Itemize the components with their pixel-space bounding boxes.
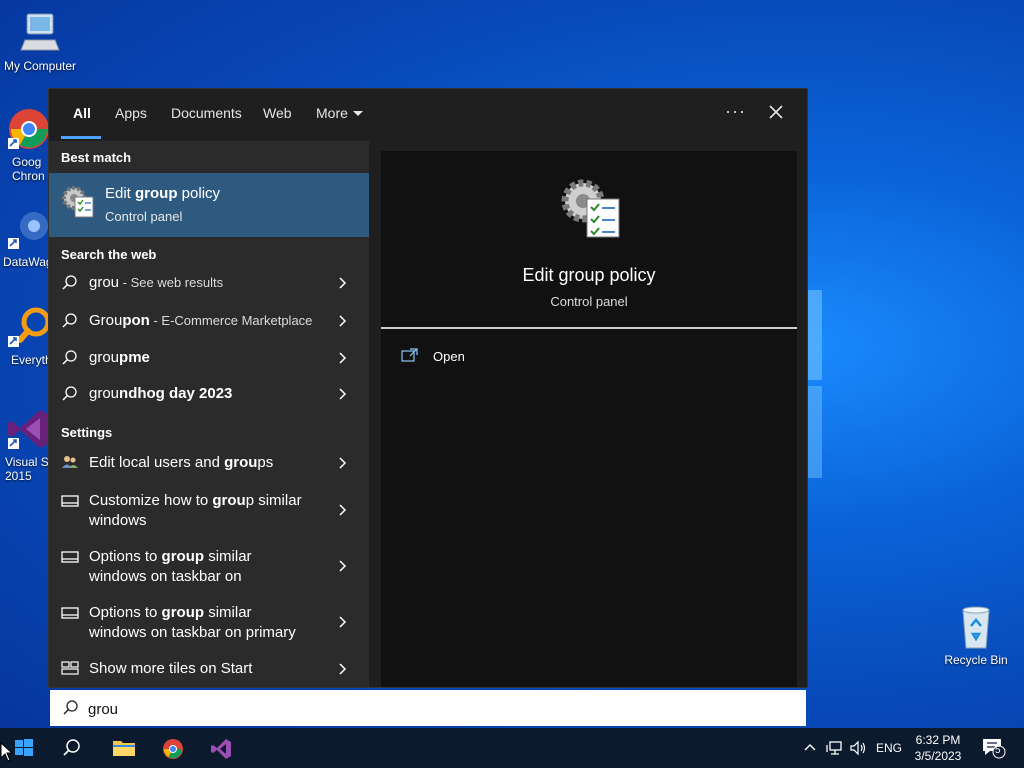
active-tab-indicator — [61, 136, 101, 139]
settings-result-item[interactable]: Customize how to group similar windows — [49, 483, 369, 537]
section-settings: Settings — [61, 425, 113, 440]
chevron-up-icon[interactable] — [804, 742, 816, 752]
settings-result-item[interactable]: Options to group similar windows on taskb… — [49, 539, 369, 593]
desktop-icon-recycle-bin[interactable]: Recycle Bin — [936, 604, 1016, 667]
wallpaper-highlight — [806, 290, 822, 380]
open-icon — [401, 348, 418, 362]
chevron-right-icon — [339, 315, 347, 327]
recycle-bin-icon — [953, 604, 999, 650]
mouse-cursor-icon — [0, 742, 12, 762]
settings-result-item[interactable]: Show more tiles on Start — [49, 651, 369, 687]
results-list: Best match Edit group policy Control pan… — [49, 141, 369, 687]
taskbar: ENG 6:32 PM 3/5/2023 5 — [0, 728, 1024, 768]
folder-icon — [113, 741, 135, 756]
language-indicator[interactable]: ENG — [876, 741, 902, 755]
chevron-right-icon — [339, 560, 347, 572]
web-result-item[interactable]: Groupon - E-Commerce Marketplace — [49, 303, 369, 339]
clock-time: 6:32 PM — [915, 733, 961, 747]
section-best-match: Best match — [61, 150, 132, 165]
search-icon — [63, 700, 78, 715]
divider — [381, 327, 797, 329]
notification-count: 5 — [995, 745, 1001, 756]
search-icon — [62, 275, 77, 290]
web-result-item[interactable]: groupme — [49, 340, 369, 376]
close-button[interactable] — [765, 101, 787, 123]
search-icon — [63, 739, 80, 756]
web-result-item[interactable]: grou - See web results — [49, 265, 369, 301]
best-match-result[interactable]: Edit group policy Control panel — [49, 173, 369, 237]
taskbar-search-button[interactable] — [48, 728, 96, 768]
chevron-right-icon — [339, 388, 347, 400]
taskbar-settings-icon — [61, 551, 79, 563]
tab-web[interactable]: Web — [263, 105, 292, 121]
chevron-right-icon — [339, 663, 347, 675]
tab-documents[interactable]: Documents — [171, 105, 242, 121]
result-preview-pane: Edit group policy Control panel Open — [369, 141, 807, 687]
visual-studio-icon — [6, 406, 52, 452]
datawag-icon — [6, 206, 52, 252]
taskbar-settings-icon — [61, 607, 79, 619]
chrome-icon — [6, 106, 52, 152]
windows-logo-icon — [15, 739, 33, 756]
search-input[interactable] — [86, 696, 690, 722]
chevron-right-icon — [339, 457, 347, 469]
more-options-icon[interactable]: ··· — [725, 101, 746, 122]
visual-studio-icon — [211, 739, 231, 759]
tab-more[interactable]: More — [316, 105, 363, 121]
close-icon — [769, 105, 783, 119]
web-result-item[interactable]: groundhog day 2023 — [49, 376, 369, 412]
taskbar-chrome[interactable] — [148, 728, 196, 768]
notification-icon — [983, 739, 1006, 759]
computer-icon — [17, 10, 63, 56]
desktop-icon-my-computer[interactable]: My Computer — [0, 10, 80, 73]
preview-title: Edit group policy — [522, 265, 656, 285]
tab-all[interactable]: All — [73, 105, 91, 121]
search-icon — [62, 386, 77, 401]
volume-icon[interactable] — [850, 740, 868, 756]
search-icon — [62, 350, 77, 365]
section-search-web: Search the web — [61, 247, 157, 262]
search-box — [50, 690, 806, 726]
chevron-right-icon — [339, 352, 347, 364]
chevron-down-icon — [352, 111, 363, 116]
start-search-panel: All Apps Documents Web More ··· Best mat… — [48, 88, 808, 688]
preview-subtitle: Control panel — [550, 294, 628, 309]
search-filter-bar: All Apps Documents Web More ··· — [49, 89, 807, 141]
search-icon — [62, 313, 77, 328]
best-match-subtitle: Control panel — [105, 209, 183, 224]
tab-apps[interactable]: Apps — [115, 105, 147, 121]
preview-card: Edit group policy Control panel Open — [381, 151, 797, 687]
settings-result-item[interactable]: Options to group similar windows on taskb… — [49, 595, 369, 649]
everything-search-icon — [6, 304, 52, 350]
taskbar-file-explorer[interactable] — [98, 728, 146, 768]
users-icon — [62, 456, 78, 468]
clock[interactable]: 6:32 PM 3/5/2023 — [900, 732, 976, 764]
notification-center-button[interactable]: 5 — [980, 736, 1006, 760]
taskbar-visual-studio[interactable] — [196, 728, 244, 768]
start-tiles-icon — [61, 661, 79, 675]
wallpaper-highlight — [806, 386, 822, 478]
clock-date: 3/5/2023 — [914, 749, 962, 763]
group-policy-icon — [62, 186, 94, 218]
network-icon[interactable] — [826, 740, 844, 756]
best-match-title: Edit group policy — [105, 185, 221, 202]
chrome-icon — [163, 739, 183, 759]
taskbar-settings-icon — [61, 495, 79, 507]
chevron-right-icon — [339, 504, 347, 516]
chevron-right-icon — [339, 616, 347, 628]
chevron-right-icon — [339, 277, 347, 289]
group-policy-icon — [561, 179, 620, 238]
settings-result-item[interactable]: Edit local users and groups — [49, 445, 369, 481]
